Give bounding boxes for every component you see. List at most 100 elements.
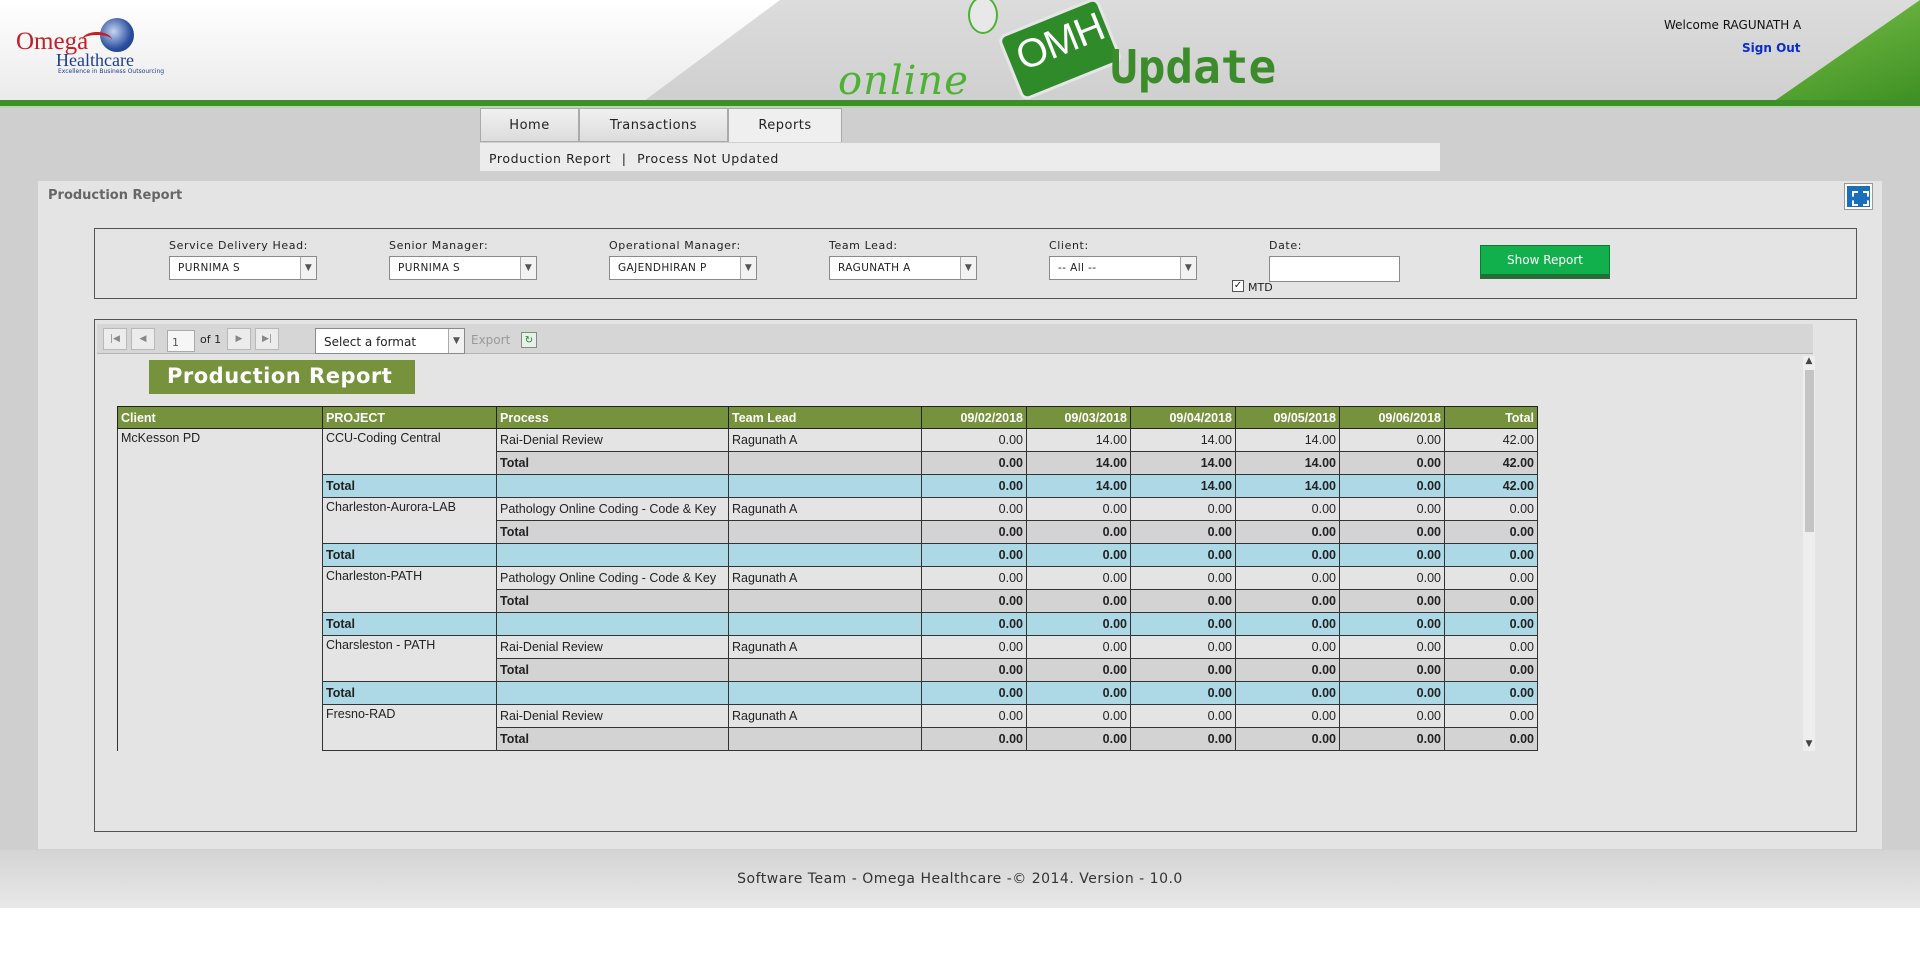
last-page-icon[interactable]: ▶| bbox=[255, 328, 279, 350]
team-lead-select[interactable]: RAGUNATH A ▼ bbox=[829, 256, 977, 280]
subtotal-value: 0.00 bbox=[1235, 658, 1340, 682]
team-lead-cell: Ragunath A bbox=[728, 566, 922, 590]
tab-transactions[interactable]: Transactions bbox=[579, 108, 728, 142]
filter-service-delivery-head: Service Delivery Head: PURNIMA S ▼ bbox=[169, 239, 317, 280]
filter-client: Client: -- All -- ▼ bbox=[1049, 239, 1197, 280]
first-page-icon[interactable]: |◀ bbox=[103, 328, 127, 350]
subtotal-empty bbox=[728, 589, 922, 613]
project-total-label: Total bbox=[322, 612, 497, 636]
operational-manager-select[interactable]: GAJENDHIRAN P ▼ bbox=[609, 256, 757, 280]
value-cell: 0.00 bbox=[1026, 566, 1131, 590]
value-cell: 0.00 bbox=[1130, 704, 1236, 728]
service-delivery-head-select[interactable]: PURNIMA S ▼ bbox=[169, 256, 317, 280]
col-date-2: 09/03/2018 bbox=[1026, 406, 1131, 429]
report-content: Production Report Client PROJECT Process… bbox=[97, 356, 1803, 751]
show-report-button[interactable]: Show Report bbox=[1480, 245, 1610, 275]
filter-senior-manager: Senior Manager: PURNIMA S ▼ bbox=[389, 239, 537, 280]
filter-operational-manager: Operational Manager: GAJENDHIRAN P ▼ bbox=[609, 239, 757, 280]
subtotal-value: 14.00 bbox=[1235, 451, 1340, 475]
scroll-up-icon[interactable]: ▲ bbox=[1803, 356, 1815, 368]
subtotal-value: 0.00 bbox=[1339, 520, 1445, 544]
project-cell: Charsleston - PATH bbox=[322, 635, 497, 682]
header: Omega Healthcare Excellence in Business … bbox=[0, 0, 1920, 108]
sign-out-link[interactable]: Sign Out bbox=[1742, 41, 1801, 55]
scroll-down-icon[interactable]: ▼ bbox=[1803, 739, 1815, 751]
tab-home[interactable]: Home bbox=[480, 108, 579, 142]
client-select[interactable]: -- All -- ▼ bbox=[1049, 256, 1197, 280]
subtotal-value: 0.00 bbox=[1444, 589, 1538, 613]
team-lead-cell: Ragunath A bbox=[728, 428, 922, 452]
subtotal-label: Total bbox=[496, 520, 729, 544]
chevron-down-icon: ▼ bbox=[300, 257, 316, 279]
project-total-empty bbox=[496, 681, 729, 705]
subtotal-value: 42.00 bbox=[1444, 451, 1538, 475]
next-page-icon[interactable]: ▶ bbox=[227, 328, 251, 350]
project-total-empty bbox=[728, 681, 922, 705]
subtotal-value: 0.00 bbox=[1026, 520, 1131, 544]
mtd-checkbox[interactable]: ✓ bbox=[1232, 280, 1244, 292]
senior-manager-label: Senior Manager: bbox=[389, 239, 489, 252]
refresh-icon[interactable]: ↻ bbox=[521, 332, 537, 348]
process-cell: Rai-Denial Review bbox=[496, 428, 729, 452]
filter-bar: Service Delivery Head: PURNIMA S ▼ Senio… bbox=[94, 228, 1857, 299]
value-cell: 14.00 bbox=[1130, 428, 1236, 452]
subnav-process-not-updated[interactable]: Process Not Updated bbox=[637, 151, 779, 166]
subtotal-empty bbox=[728, 520, 922, 544]
table-row: Charsleston - PATH Rai-Denial Review Ragun… bbox=[118, 635, 1538, 682]
project-total-value: 14.00 bbox=[1235, 474, 1340, 498]
service-delivery-head-value: PURNIMA S bbox=[178, 262, 241, 274]
export-link[interactable]: Export bbox=[471, 333, 510, 347]
brand-online-text: online bbox=[838, 58, 969, 104]
client-cell: McKesson PD bbox=[117, 428, 323, 751]
value-cell: 0.00 bbox=[1444, 704, 1538, 728]
value-cell: 0.00 bbox=[1339, 566, 1445, 590]
value-cell: 0.00 bbox=[921, 635, 1027, 659]
process-cell: Pathology Online Coding - Code & Key bbox=[496, 497, 729, 521]
production-report-panel: Production Report Service Delivery Head:… bbox=[38, 181, 1882, 849]
welcome-text: Welcome RAGUNATH A bbox=[1664, 18, 1802, 32]
subnav-separator: | bbox=[621, 151, 627, 166]
col-date-4: 09/05/2018 bbox=[1235, 406, 1340, 429]
project-total-value: 0.00 bbox=[1339, 681, 1445, 705]
team-lead-cell: Ragunath A bbox=[728, 635, 922, 659]
value-cell: 0.00 bbox=[921, 704, 1027, 728]
value-cell: 0.00 bbox=[1130, 635, 1236, 659]
reports-subnav: Production Report | Process Not Updated bbox=[480, 143, 1440, 171]
tab-reports[interactable]: Reports bbox=[728, 108, 842, 142]
project-total-value: 0.00 bbox=[1130, 612, 1236, 636]
header-swoosh bbox=[640, 0, 1920, 104]
senior-manager-select[interactable]: PURNIMA S ▼ bbox=[389, 256, 537, 280]
page-number-input[interactable]: 1 bbox=[167, 330, 195, 352]
subtotal-value: 0.00 bbox=[1444, 727, 1538, 751]
project-total-empty bbox=[496, 543, 729, 567]
project-total-value: 0.00 bbox=[1026, 543, 1131, 567]
senior-manager-value: PURNIMA S bbox=[398, 262, 461, 274]
operational-manager-value: GAJENDHIRAN P bbox=[618, 262, 707, 274]
client-label: Client: bbox=[1049, 239, 1089, 252]
subtotal-value: 0.00 bbox=[921, 451, 1027, 475]
omega-logo[interactable]: Omega Healthcare Excellence in Business … bbox=[16, 18, 164, 80]
value-cell: 0.00 bbox=[1026, 635, 1131, 659]
subtotal-value: 0.00 bbox=[1130, 589, 1236, 613]
subnav-production-report[interactable]: Production Report bbox=[489, 151, 611, 166]
subtotal-value: 0.00 bbox=[1339, 589, 1445, 613]
subtotal-value: 0.00 bbox=[1444, 658, 1538, 682]
value-cell: 0.00 bbox=[1235, 497, 1340, 521]
value-cell: 0.00 bbox=[1130, 497, 1236, 521]
previous-page-icon[interactable]: ◀ bbox=[131, 328, 155, 350]
project-total-value: 14.00 bbox=[1130, 474, 1236, 498]
export-format-select[interactable]: Select a format ▼ bbox=[315, 328, 465, 354]
project-total-value: 0.00 bbox=[1235, 612, 1340, 636]
value-cell: 14.00 bbox=[1026, 428, 1131, 452]
project-total-value: 0.00 bbox=[921, 474, 1027, 498]
report-scrollbar[interactable]: ▲ ▼ bbox=[1803, 356, 1815, 751]
project-total-value: 0.00 bbox=[1339, 612, 1445, 636]
project-total-value: 0.00 bbox=[1026, 612, 1131, 636]
project-cell: Charleston-PATH bbox=[322, 566, 497, 613]
project-total-value: 0.00 bbox=[1130, 543, 1236, 567]
value-cell: 0.00 bbox=[1339, 635, 1445, 659]
scroll-thumb[interactable] bbox=[1805, 370, 1814, 532]
fullscreen-icon[interactable] bbox=[1844, 183, 1873, 210]
date-input[interactable] bbox=[1269, 256, 1400, 282]
subtotal-value: 0.00 bbox=[1130, 520, 1236, 544]
